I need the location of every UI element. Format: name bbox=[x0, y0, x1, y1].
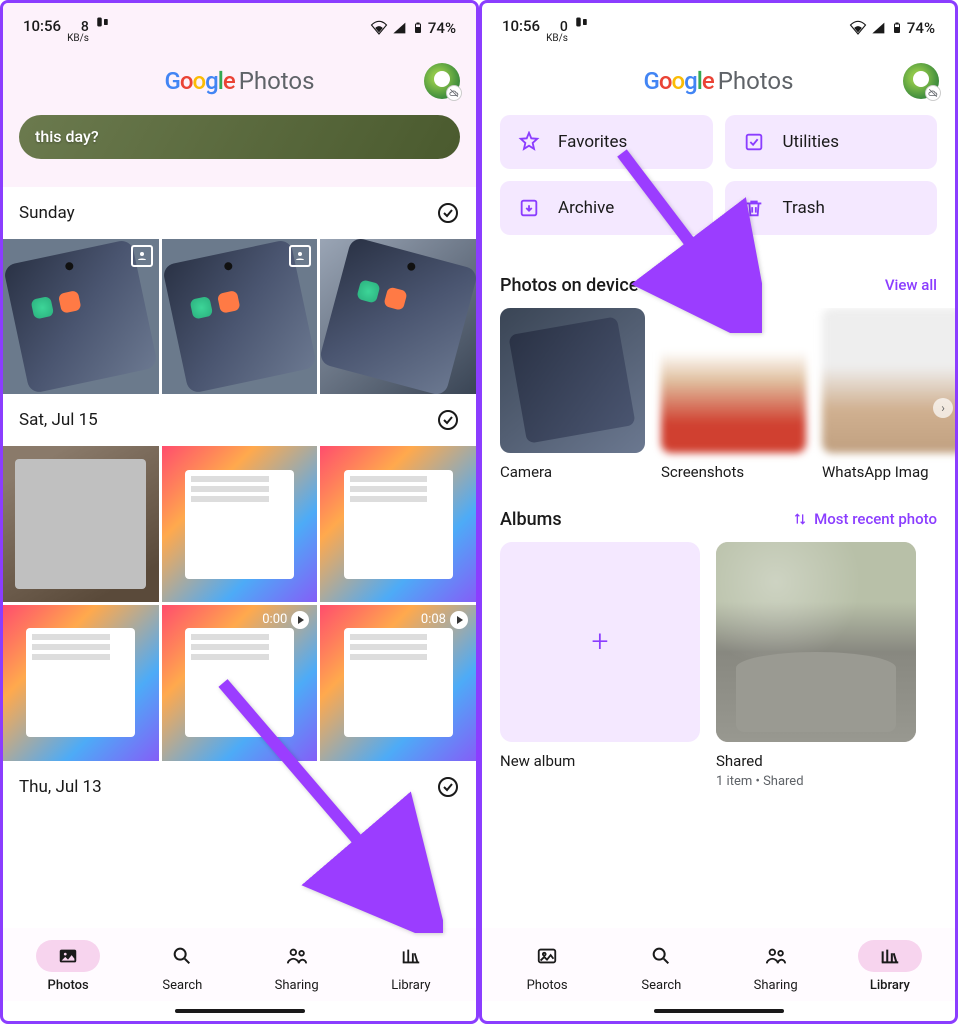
view-all-link[interactable]: View all bbox=[885, 276, 937, 294]
library-icon bbox=[400, 945, 422, 967]
video-thumbnail[interactable] bbox=[3, 605, 159, 761]
status-time: 10:56 bbox=[502, 17, 540, 35]
device-folder-camera[interactable]: Camera bbox=[500, 308, 645, 481]
battery-percent: 74% bbox=[428, 19, 456, 37]
sort-albums-button[interactable]: Most recent photo bbox=[792, 510, 937, 528]
video-duration-badge: 0:08 bbox=[421, 611, 468, 629]
photos-on-device-header: Photos on device View all bbox=[482, 255, 955, 308]
nav-library[interactable]: Library bbox=[354, 940, 468, 993]
plus-icon: + bbox=[500, 542, 700, 742]
photo-thumbnail[interactable] bbox=[3, 446, 159, 602]
archive-button[interactable]: Archive bbox=[500, 181, 713, 235]
nav-library[interactable]: Library bbox=[833, 940, 947, 993]
new-album-button[interactable]: + New album bbox=[500, 542, 700, 789]
star-icon bbox=[518, 131, 540, 153]
utilities-icon bbox=[743, 131, 765, 153]
status-bar: 10:56 0KB/s 74% bbox=[482, 3, 955, 49]
photos-icon bbox=[536, 945, 558, 967]
google-photos-logo: Google Photos bbox=[165, 67, 315, 95]
nav-search[interactable]: Search bbox=[604, 940, 718, 993]
photo-thumbnail[interactable] bbox=[162, 239, 318, 395]
nav-sharing[interactable]: Sharing bbox=[240, 940, 354, 993]
battery-icon bbox=[891, 19, 903, 37]
battery-icon bbox=[412, 19, 424, 37]
video-duration-badge: 0:00 bbox=[262, 611, 309, 629]
date-header-sunday[interactable]: Sunday bbox=[3, 187, 476, 239]
wifi-icon bbox=[849, 19, 867, 37]
trash-button[interactable]: Trash bbox=[725, 181, 938, 235]
cloud-off-icon bbox=[925, 85, 941, 101]
sort-icon bbox=[792, 511, 808, 527]
trash-icon bbox=[743, 197, 765, 219]
status-bar: 10:56 8KB/s 74% bbox=[3, 3, 476, 49]
photo-thumbnail[interactable] bbox=[320, 446, 476, 602]
status-time: 10:56 bbox=[23, 17, 61, 35]
memory-chip[interactable]: this day? bbox=[19, 115, 460, 159]
gesture-bar[interactable] bbox=[482, 1001, 955, 1021]
cloud-off-icon bbox=[446, 85, 462, 101]
nav-sharing[interactable]: Sharing bbox=[719, 940, 833, 993]
video-thumbnail[interactable]: 0:08 bbox=[320, 605, 476, 761]
app-bar: Google Photos bbox=[482, 49, 955, 115]
utilities-button[interactable]: Utilities bbox=[725, 115, 938, 169]
device-folder-screenshots[interactable]: Screenshots bbox=[661, 308, 806, 481]
nav-search[interactable]: Search bbox=[125, 940, 239, 993]
device-folder-whatsapp[interactable]: WhatsApp Imag bbox=[822, 308, 955, 481]
nav-photos[interactable]: Photos bbox=[490, 940, 604, 993]
photo-grid: 0:00 0:08 bbox=[3, 446, 476, 760]
date-header-thu[interactable]: Thu, Jul 13 bbox=[3, 761, 476, 813]
account-avatar[interactable] bbox=[903, 63, 939, 99]
app-bar: Google Photos bbox=[3, 49, 476, 115]
sharing-icon bbox=[765, 945, 787, 967]
album-shared[interactable]: Shared 1 item • Shared bbox=[716, 542, 916, 789]
signal-icon bbox=[871, 20, 887, 36]
photo-thumbnail[interactable] bbox=[162, 446, 318, 602]
bottom-nav: Photos Search Sharing Library bbox=[3, 928, 476, 1001]
battery-percent: 74% bbox=[907, 19, 935, 37]
wifi-icon bbox=[370, 19, 388, 37]
albums-row: + New album Shared 1 item • Shared bbox=[482, 542, 955, 789]
select-day-icon[interactable] bbox=[436, 775, 460, 799]
contact-badge-icon bbox=[289, 245, 311, 267]
library-shortcuts: Favorites Utilities Archive Trash bbox=[482, 115, 955, 255]
headphones-icon bbox=[574, 13, 592, 31]
device-folders-row[interactable]: Camera Screenshots WhatsApp Imag › bbox=[482, 308, 955, 489]
nav-photos[interactable]: Photos bbox=[11, 940, 125, 993]
photos-icon bbox=[57, 945, 79, 967]
scroll-chevron-icon[interactable]: › bbox=[933, 398, 953, 418]
date-header-sat[interactable]: Sat, Jul 15 bbox=[3, 394, 476, 446]
screenshot-photos-tab: 10:56 8KB/s 74% Google Photos this day? … bbox=[0, 0, 479, 1024]
photo-thumbnail[interactable] bbox=[3, 239, 159, 395]
albums-header: Albums Most recent photo bbox=[482, 489, 955, 542]
photo-grid bbox=[3, 239, 476, 395]
contact-badge-icon bbox=[131, 245, 153, 267]
favorites-button[interactable]: Favorites bbox=[500, 115, 713, 169]
select-day-icon[interactable] bbox=[436, 408, 460, 432]
archive-icon bbox=[518, 197, 540, 219]
select-day-icon[interactable] bbox=[436, 201, 460, 225]
screenshot-library-tab: 10:56 0KB/s 74% Google Photos Favorites … bbox=[479, 0, 958, 1024]
photo-thumbnail[interactable] bbox=[320, 239, 476, 395]
account-avatar[interactable] bbox=[424, 63, 460, 99]
search-icon bbox=[171, 945, 193, 967]
gesture-bar[interactable] bbox=[3, 1001, 476, 1021]
signal-icon bbox=[392, 20, 408, 36]
headphones-icon bbox=[95, 13, 113, 31]
bottom-nav: Photos Search Sharing Library bbox=[482, 928, 955, 1001]
sharing-icon bbox=[286, 945, 308, 967]
video-thumbnail[interactable]: 0:00 bbox=[162, 605, 318, 761]
google-photos-logo: Google Photos bbox=[644, 67, 794, 95]
search-icon bbox=[650, 945, 672, 967]
library-icon bbox=[879, 945, 901, 967]
